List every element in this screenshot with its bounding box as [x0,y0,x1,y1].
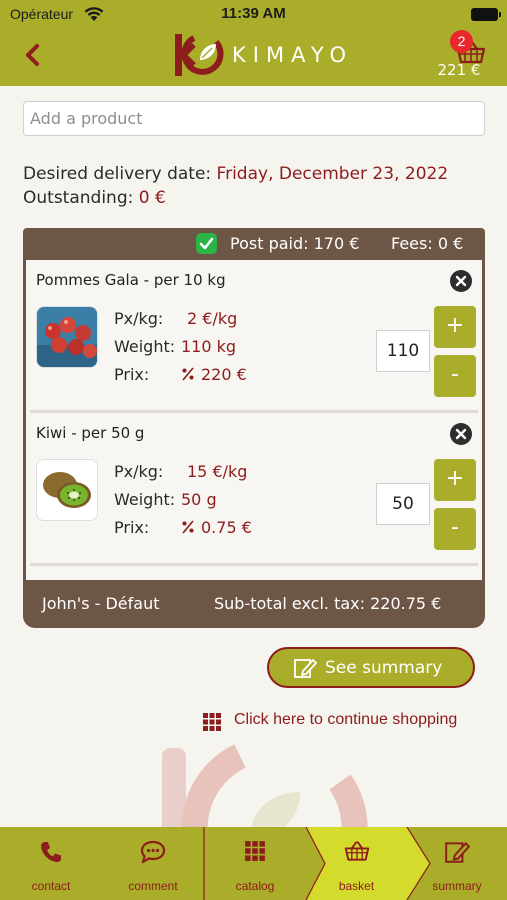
item-weight: 110 kg [181,337,237,356]
price-label: Px/kg: [114,309,164,328]
item-price: 15 €/kg [187,462,248,481]
see-summary-label: See summary [325,658,443,678]
tab-catalog[interactable]: catalog [204,827,306,900]
grid-icon [245,841,265,861]
kimayo-logo-mark [175,34,224,76]
decrease-quantity-button[interactable]: - [434,355,476,397]
tab-basket[interactable]: basket [306,827,407,900]
tab-label: basket [338,879,375,893]
outstanding-value: 0 € [138,188,166,208]
basket-item: Pommes Gala - per 10 kg Px/kg: 2 €/kg We… [26,260,482,410]
edit-icon [294,659,317,678]
outstanding-label: Outstanding: [23,188,134,208]
close-icon [455,275,467,287]
plus-icon: + [445,313,465,338]
price-label: Px/kg: [114,462,164,481]
basket-item: Kiwi - per 50 g Px/kg: 15 €/kg Weight: 5… [26,413,482,563]
total-label: Prix: [114,518,150,537]
tab-label: summary [432,879,482,893]
delivery-date-label: Desired delivery date: [23,164,212,184]
close-icon [455,428,467,440]
app-header: Opérateur 11:39 AM KIMAYO 2 221 € [0,0,507,86]
chat-icon [140,840,166,864]
status-bar: Opérateur 11:39 AM [0,0,507,28]
grid-icon [203,713,221,731]
status-time: 11:39 AM [221,5,286,22]
checkmark-icon [196,233,217,254]
see-summary-button[interactable]: See summary [267,647,475,688]
weight-label: Weight: [114,337,176,356]
chevron-left-icon [26,44,39,66]
add-product-input[interactable] [23,101,485,136]
tab-contact[interactable]: contact [0,827,102,900]
quantity-input[interactable] [376,330,430,372]
cart-total: 221 € [437,61,481,79]
discount-percent-icon [182,520,194,534]
post-paid-amount: Post paid: 170 € [230,234,360,253]
kimayo-logo: KIMAYO [172,32,346,78]
product-image-kiwi [36,459,98,521]
basket-subtotal: Sub-total excl. tax: 220.75 € [214,594,442,613]
back-button[interactable] [18,40,48,70]
item-price: 2 €/kg [187,309,238,328]
quantity-input[interactable] [376,483,430,525]
delivery-date-line: Desired delivery date: Friday, December … [23,164,448,184]
phone-icon [41,842,61,862]
remove-item-button[interactable] [450,423,472,445]
cart-button[interactable]: 2 221 € [432,30,492,82]
basket-header: Post paid: 170 € Fees: 0 € [23,228,485,260]
bottom-tab-bar: contact comment catalog basket summary [0,827,507,900]
tab-summary[interactable]: summary [407,827,507,900]
logo-watermark [150,742,390,832]
discount-percent-icon [182,367,194,381]
tab-comment[interactable]: comment [102,827,204,900]
weight-label: Weight: [114,490,176,509]
basket-icon [344,841,369,861]
continue-shopping-label: Click here to continue shopping [234,711,458,728]
item-name: Pommes Gala - per 10 kg [36,271,226,289]
delivery-date-value[interactable]: Friday, December 23, 2022 [217,164,449,184]
tab-label: catalog [235,879,275,893]
remove-item-button[interactable] [450,270,472,292]
item-weight: 50 g [181,490,217,509]
increase-quantity-button[interactable]: + [434,459,476,501]
decrease-quantity-button[interactable]: - [434,508,476,550]
item-total: 220 € [201,365,247,384]
product-image-apples [36,306,98,368]
tab-label: comment [128,879,178,893]
item-total: 0.75 € [201,518,252,537]
basket-card: Post paid: 170 € Fees: 0 € Pommes Gala -… [23,228,485,628]
fees-amount: Fees: 0 € [391,234,464,253]
basket-items: Pommes Gala - per 10 kg Px/kg: 2 €/kg We… [26,260,482,580]
increase-quantity-button[interactable]: + [434,306,476,348]
total-label: Prix: [114,365,150,384]
battery-icon [471,8,501,21]
plus-icon: + [445,466,465,491]
edit-icon [445,842,470,863]
brand-name: KIMAYO [232,43,354,67]
tab-label: contact [31,879,71,893]
basket-footer: John's - Défaut Sub-total excl. tax: 220… [23,580,485,628]
minus-icon: - [451,362,459,387]
item-divider [30,563,478,566]
item-name: Kiwi - per 50 g [36,424,145,442]
continue-shopping-link[interactable]: Click here to continue shopping [202,709,480,733]
minus-icon: - [451,515,459,540]
basket-owner: John's - Défaut [42,594,160,613]
outstanding-line: Outstanding: 0 € [23,188,166,208]
cart-count-badge: 2 [450,30,473,53]
